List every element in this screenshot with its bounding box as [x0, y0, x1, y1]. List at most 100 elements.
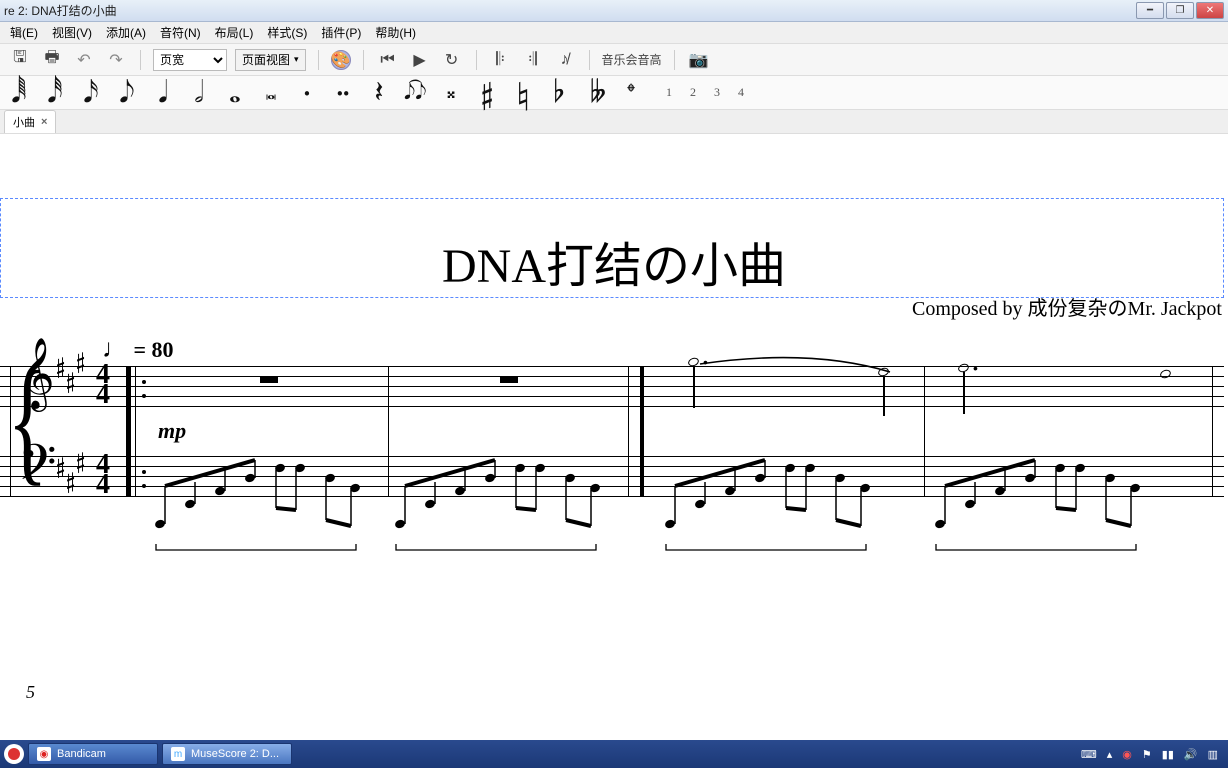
main-toolbar: 🖫 🖶 ↶ ↷ 页宽 页面视图▾ 🎨 ⏮ ▶ ↻ 𝄆 𝄇 ♪̸ 音乐会音高 📷: [0, 44, 1228, 76]
record-icon[interactable]: [4, 744, 24, 764]
double-flat-icon[interactable]: ♭♭: [584, 78, 606, 108]
score-canvas[interactable]: DNA打结の小曲 Composed by 成份复杂のMr. Jackpot ♩ …: [0, 134, 1228, 740]
menu-notes[interactable]: 音符(N): [154, 22, 207, 43]
sharp-icon[interactable]: ♯: [476, 78, 498, 108]
duration-64th-icon[interactable]: 𝅘𝅥𝅱: [8, 78, 30, 108]
barline[interactable]: [1212, 366, 1213, 496]
camera-icon[interactable]: 📷: [687, 48, 711, 72]
menu-add[interactable]: 添加(A): [100, 22, 152, 43]
menu-layout[interactable]: 布局(L): [209, 22, 260, 43]
voice-4[interactable]: 4: [738, 85, 744, 100]
volume-tray-icon[interactable]: 🔊: [1184, 748, 1198, 761]
undo-icon[interactable]: ↶: [72, 48, 96, 72]
window-title: re 2: DNA打结の小曲: [4, 2, 117, 19]
piano-system: { 𝄞 ♯ ♯ ♯ 44 • • 𝄢 ♯ ♯ ♯ 44: [0, 366, 1224, 538]
barline[interactable]: [628, 366, 629, 496]
menu-plugins[interactable]: 插件(P): [315, 22, 367, 43]
repeat-start-barline-thin: [135, 366, 136, 496]
duration-whole-icon[interactable]: 𝅝: [224, 78, 246, 108]
note-quarter[interactable]: [878, 368, 889, 376]
voice-numbers: 1 2 3 4: [666, 85, 744, 100]
loop-icon[interactable]: ↻: [440, 48, 464, 72]
double-dot-icon[interactable]: ••: [332, 78, 354, 108]
menu-bar: 辑(E) 视图(V) 添加(A) 音符(N) 布局(L) 样式(S) 插件(P)…: [0, 22, 1228, 44]
double-sharp-icon[interactable]: 𝄪: [440, 78, 462, 108]
repeat-dots-icon: [142, 380, 146, 398]
repeat-dots-icon: [142, 470, 146, 488]
rewind-icon[interactable]: ⏮: [376, 48, 400, 72]
chevron-up-icon[interactable]: ▴: [1107, 748, 1113, 761]
repeat-start-barline[interactable]: [126, 366, 131, 496]
keysig-sharp[interactable]: ♯: [56, 354, 65, 378]
menu-help[interactable]: 帮助(H): [369, 22, 422, 43]
concert-pitch-label[interactable]: 音乐会音高: [602, 51, 662, 68]
voice-3[interactable]: 3: [714, 85, 720, 100]
document-tab[interactable]: 小曲 ×: [4, 110, 56, 133]
duration-breve-icon[interactable]: 𝅜: [260, 78, 282, 108]
keysig-sharp[interactable]: ♯: [76, 349, 85, 373]
system-tray[interactable]: ⌨ ▴ ◉ ⚑ ▮▮ 🔊 ▥: [1081, 748, 1226, 761]
windows-taskbar: ◉ Bandicam m MuseScore 2: D... ⌨ ▴ ◉ ⚑ ▮…: [0, 740, 1228, 768]
bass-accompaniment[interactable]: [0, 426, 1228, 556]
maximize-button[interactable]: ❐: [1166, 2, 1194, 19]
time-signature[interactable]: 44: [96, 365, 110, 405]
treble-clef-icon[interactable]: 𝄞: [18, 342, 55, 410]
note-palette: 𝅘𝅥𝅱 𝅘𝅥𝅰 𝅘𝅥𝅯 𝅘𝅥𝅮 𝅘𝅥 𝅗𝅥 𝅝 𝅜 • •• 𝄽 ♪͡♪ 𝄪 ♯…: [0, 76, 1228, 110]
document-tab-label: 小曲: [13, 114, 35, 130]
whole-rest[interactable]: [260, 376, 278, 383]
repeat-end-icon[interactable]: 𝄇: [521, 48, 545, 72]
measure-number: 5: [26, 682, 35, 703]
menu-edit[interactable]: 辑(E): [4, 22, 44, 43]
flag-tray-icon[interactable]: ⚑: [1142, 748, 1152, 761]
double-barline[interactable]: [640, 366, 644, 496]
barline[interactable]: [924, 366, 925, 496]
print-icon[interactable]: 🖶: [40, 48, 64, 72]
duration-half-icon[interactable]: 𝅗𝅥: [188, 78, 210, 108]
bandicam-icon: ◉: [37, 747, 51, 761]
system-barline: [10, 366, 11, 496]
tie-icon[interactable]: ♪͡♪: [404, 78, 426, 108]
document-tabstrip: 小曲 ×: [0, 110, 1228, 134]
voice-1[interactable]: 1: [666, 85, 672, 100]
duration-quarter-icon[interactable]: 𝅘𝅥: [152, 78, 174, 108]
note-eighth-pair[interactable]: [1160, 370, 1171, 378]
pan-icon[interactable]: ♪̸: [553, 48, 577, 72]
redo-icon[interactable]: ↷: [104, 48, 128, 72]
slur-icon: [690, 354, 910, 414]
duration-32nd-icon[interactable]: 𝅘𝅥𝅰: [44, 78, 66, 108]
pageview-button[interactable]: 页面视图▾: [235, 49, 306, 71]
whole-rest[interactable]: [500, 376, 518, 383]
record-tray-icon[interactable]: ◉: [1122, 748, 1132, 761]
flat-icon[interactable]: ♭: [548, 78, 570, 108]
flip-icon[interactable]: 𝄌: [620, 78, 642, 108]
voice-2[interactable]: 2: [690, 85, 696, 100]
play-icon[interactable]: ▶: [408, 48, 432, 72]
window-titlebar: re 2: DNA打结の小曲 ━ ❐ ✕: [0, 0, 1228, 22]
minimize-button[interactable]: ━: [1136, 2, 1164, 19]
close-button[interactable]: ✕: [1196, 2, 1224, 19]
palette-icon[interactable]: 🎨: [331, 50, 351, 70]
save-icon[interactable]: 🖫: [8, 48, 32, 72]
taskbar-item-musescore[interactable]: m MuseScore 2: D...: [162, 743, 292, 765]
duration-8th-icon[interactable]: 𝅘𝅥𝅮: [116, 78, 138, 108]
composer-text[interactable]: Composed by 成份复杂のMr. Jackpot: [912, 292, 1222, 321]
zoom-select[interactable]: 页宽: [153, 49, 227, 71]
menu-style[interactable]: 样式(S): [261, 22, 313, 43]
battery-tray-icon[interactable]: ▥: [1208, 748, 1218, 761]
barline[interactable]: [388, 366, 389, 496]
rest-icon[interactable]: 𝄽: [368, 78, 390, 108]
keyboard-tray-icon[interactable]: ⌨: [1081, 748, 1097, 761]
treble-staff[interactable]: 𝄞 ♯ ♯ ♯ 44 • •: [0, 366, 1224, 406]
keysig-sharp[interactable]: ♯: [66, 369, 75, 393]
duration-16th-icon[interactable]: 𝅘𝅥𝅯: [80, 78, 102, 108]
dot-icon[interactable]: •: [296, 78, 318, 108]
taskbar-item-bandicam[interactable]: ◉ Bandicam: [28, 743, 158, 765]
tempo-marking[interactable]: ♩ = 80: [102, 334, 174, 364]
repeat-start-icon[interactable]: 𝄆: [489, 48, 513, 72]
network-tray-icon[interactable]: ▮▮: [1162, 748, 1174, 761]
natural-icon[interactable]: ♮: [512, 78, 534, 108]
note-half-dotted[interactable]: •: [958, 364, 969, 372]
tab-close-icon[interactable]: ×: [41, 116, 47, 128]
menu-view[interactable]: 视图(V): [46, 22, 98, 43]
score-title[interactable]: DNA打结の小曲: [442, 226, 786, 296]
